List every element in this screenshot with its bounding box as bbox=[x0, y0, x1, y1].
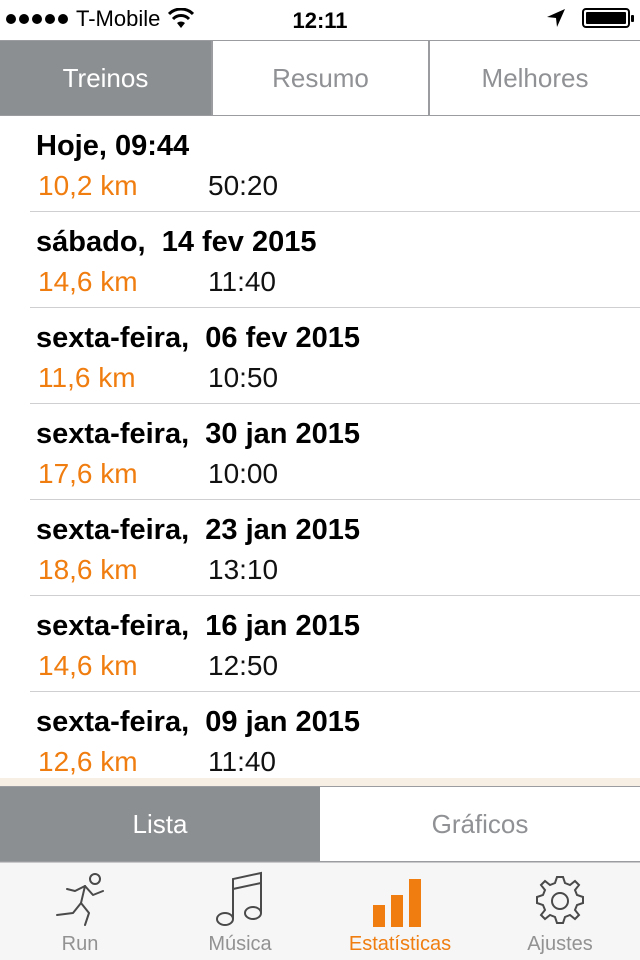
tabbar-label: Run bbox=[61, 933, 99, 955]
workout-row[interactable]: sexta-feira, 09 jan 2015 12,6 km 11:40 bbox=[0, 692, 640, 778]
tabbar-item-run[interactable]: Run bbox=[0, 863, 160, 960]
workout-distance: 14,6 km bbox=[38, 650, 138, 681]
workout-duration: 13:10 bbox=[208, 554, 279, 585]
workout-date: sexta-feira, 23 jan 2015 bbox=[36, 514, 361, 546]
workout-date: sexta-feira, 16 jan 2015 bbox=[36, 610, 361, 642]
workout-duration: 10:00 bbox=[208, 458, 279, 489]
location-arrow-icon bbox=[547, 9, 565, 27]
workout-duration: 10:50 bbox=[208, 362, 279, 393]
tab-graficos[interactable]: Gráficos bbox=[320, 787, 640, 861]
workout-row[interactable]: Hoje, 09:44 10,2 km 50:20 bbox=[0, 116, 640, 212]
bar-chart-icon bbox=[373, 879, 421, 927]
list-bottom-strip bbox=[0, 778, 640, 786]
top-segmented-control: Treinos Resumo Melhores bbox=[0, 40, 640, 116]
tab-lista[interactable]: Lista bbox=[0, 787, 320, 861]
tabbar-label: Estatísticas bbox=[348, 933, 452, 955]
clock: 12:11 bbox=[292, 8, 348, 33]
workout-distance: 11,6 km bbox=[38, 362, 136, 393]
workout-distance: 10,2 km bbox=[38, 170, 138, 201]
workout-row[interactable]: sexta-feira, 16 jan 2015 14,6 km 12:50 bbox=[0, 596, 640, 692]
view-segmented-control: Lista Gráficos bbox=[0, 786, 640, 862]
runner-icon bbox=[56, 873, 104, 926]
tab-bar: Run Música Estatísticas Ajustes bbox=[0, 862, 640, 960]
workout-distance: 18,6 km bbox=[38, 554, 138, 585]
tab-treinos[interactable]: Treinos bbox=[0, 41, 211, 115]
workout-date: sábado, 14 fev 2015 bbox=[36, 226, 317, 258]
workout-date: Hoje, 09:44 bbox=[36, 130, 190, 162]
status-right bbox=[546, 8, 634, 28]
tab-resumo[interactable]: Resumo bbox=[211, 41, 428, 115]
workout-date: sexta-feira, 09 jan 2015 bbox=[36, 706, 361, 738]
workout-row[interactable]: sábado, 14 fev 2015 14,6 km 11:40 bbox=[0, 212, 640, 308]
workout-distance: 14,6 km bbox=[38, 266, 138, 297]
music-note-icon bbox=[216, 871, 262, 926]
workout-row[interactable]: sexta-feira, 30 jan 2015 17,6 km 10:00 bbox=[0, 404, 640, 500]
tab-melhores[interactable]: Melhores bbox=[428, 41, 640, 115]
workout-duration: 50:20 bbox=[208, 170, 279, 201]
workout-row[interactable]: sexta-feira, 23 jan 2015 18,6 km 13:10 bbox=[0, 500, 640, 596]
tabbar-item-estatisticas[interactable]: Estatísticas bbox=[320, 863, 480, 960]
workout-duration: 11:40 bbox=[208, 266, 276, 297]
workout-date: sexta-feira, 06 fev 2015 bbox=[36, 322, 361, 354]
battery-icon bbox=[582, 8, 634, 28]
workout-duration: 12:50 bbox=[208, 650, 279, 681]
tabbar-item-ajustes[interactable]: Ajustes bbox=[480, 863, 640, 960]
workout-date: sexta-feira, 30 jan 2015 bbox=[36, 418, 361, 450]
workout-distance: 17,6 km bbox=[38, 458, 138, 489]
workout-distance: 12,6 km bbox=[38, 746, 138, 777]
tabbar-item-musica[interactable]: Música bbox=[160, 863, 320, 960]
workout-row[interactable]: sexta-feira, 06 fev 2015 11,6 km 10:50 bbox=[0, 308, 640, 404]
status-bar: T-Mobile 12:11 bbox=[0, 0, 640, 40]
tabbar-label: Ajustes bbox=[527, 933, 593, 955]
gear-icon bbox=[536, 876, 584, 924]
workout-duration: 11:40 bbox=[208, 746, 276, 777]
workout-list[interactable]: Hoje, 09:44 10,2 km 50:20 sábado, 14 fev… bbox=[0, 116, 640, 778]
tabbar-label: Música bbox=[208, 933, 272, 955]
